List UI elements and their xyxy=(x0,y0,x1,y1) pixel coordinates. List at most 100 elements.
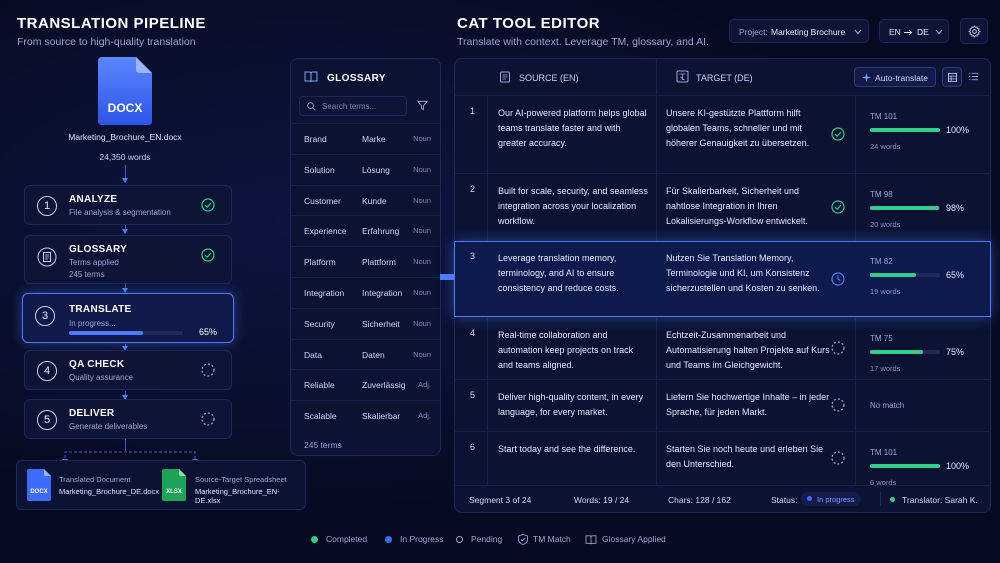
lang-tgt: DE xyxy=(917,27,929,37)
check-circle-icon xyxy=(201,198,215,212)
grid-view-button[interactable] xyxy=(942,67,962,87)
language-pair-select[interactable]: EN DE xyxy=(879,19,949,43)
legend-label: TM Match xyxy=(533,534,571,544)
segment-target-text[interactable]: Liefern Sie hochwertige Inhalte – in jed… xyxy=(666,390,831,420)
pending-circle-icon xyxy=(201,412,215,426)
glossary-term-count: 245 terms xyxy=(304,440,342,450)
glossary-term-row[interactable]: Data Daten Noun xyxy=(291,338,441,370)
docx-file-icon[interactable]: DOCX xyxy=(98,57,152,125)
book-icon xyxy=(585,535,597,544)
term-part-of-speech: Noun xyxy=(413,318,431,328)
term-part-of-speech: Noun xyxy=(413,164,431,174)
editor-status-bar: Segment 3 of 24 Words: 19 / 24 Chars: 12… xyxy=(455,485,990,512)
term-source: Brand xyxy=(304,134,327,144)
term-source: Reliable xyxy=(304,380,335,391)
output-file[interactable]: Marketing_Brochure_EN-DE.xlsx xyxy=(195,487,305,505)
term-source: Integration xyxy=(304,288,345,298)
pending-circle-icon xyxy=(831,341,845,355)
filter-icon xyxy=(417,100,428,111)
term-target: Integration xyxy=(362,288,403,298)
segment-row[interactable]: 4 Real-time collaboration and automation … xyxy=(455,317,990,379)
legend-glossary-applied: Glossary Applied xyxy=(585,534,666,545)
segment-row[interactable]: 3 Leverage translation memory, terminolog… xyxy=(454,241,991,317)
segment-target-text[interactable]: Starten Sie noch heute und erleben Sie d… xyxy=(666,442,831,472)
stage-description: Generate deliverables xyxy=(69,422,148,431)
term-source: Platform xyxy=(304,257,336,268)
source-doc-icon xyxy=(500,71,510,83)
glossary-term-row[interactable]: Experience Erfahrung Noun xyxy=(291,215,441,246)
output-file[interactable]: Marketing_Brochure_DE.docx xyxy=(59,487,159,496)
stage-description: Quality assurance xyxy=(69,373,134,382)
document-list-icon xyxy=(37,247,57,267)
docx-output-icon[interactable]: DOCX xyxy=(27,469,51,501)
stage-term-count: 245 terms xyxy=(69,270,105,279)
glossary-term-row[interactable]: Security Sicherheit Noun xyxy=(291,307,441,339)
term-source: Scalable xyxy=(304,411,337,422)
tm-match-bar xyxy=(870,128,940,132)
source-word-count: 24,350 words xyxy=(99,152,151,162)
segment-word-count: 24 words xyxy=(870,142,901,151)
source-file-name: Marketing_Brochure_EN.docx xyxy=(68,132,182,142)
legend-ring xyxy=(456,536,463,544)
term-source: Data xyxy=(304,349,322,360)
project-select[interactable]: Project: Marketing Brochure xyxy=(729,19,869,43)
filter-button[interactable] xyxy=(412,96,434,116)
tm-match-bar xyxy=(870,350,940,354)
stage-qa-check[interactable]: 4 QA CHECK Quality assurance xyxy=(24,350,232,390)
tm-match-bar xyxy=(870,464,940,468)
segment-target-text[interactable]: Für Skalierbarkeit, Sicherheit und nahtl… xyxy=(666,184,831,229)
stage-name: DELIVER xyxy=(69,408,115,419)
stage-deliver[interactable]: 5 DELIVER Generate deliverables xyxy=(24,399,232,439)
segment-target-text[interactable]: Unsere KI-gestützte Plattform hilft glob… xyxy=(666,106,831,151)
term-part-of-speech: Noun xyxy=(413,288,431,297)
list-view-button[interactable] xyxy=(964,67,984,87)
segment-row[interactable]: 1 Our AI-powered platform helps global te… xyxy=(455,95,990,173)
auto-translate-label: Auto-translate xyxy=(875,73,928,83)
glossary-term-row[interactable]: Scalable Skalierbar Adj. xyxy=(291,400,441,431)
legend-dot xyxy=(311,536,318,544)
term-part-of-speech: Adj. xyxy=(418,411,431,421)
segment-row[interactable]: 6 Start today and see the difference. Star… xyxy=(455,431,990,487)
legend-pending: Pending xyxy=(456,534,502,544)
segment-counter: Segment 3 of 24 xyxy=(469,495,532,505)
segment-target-text[interactable]: Echtzeit-Zusammenarbeit und Automatisier… xyxy=(666,328,831,373)
stage-analyze[interactable]: 1 ANALYZE File analysis & segmentation xyxy=(24,185,232,225)
xlsx-output-icon[interactable]: XLSX xyxy=(162,469,186,501)
connector-arrow xyxy=(122,178,128,183)
stage-name: TRANSLATE xyxy=(69,304,132,315)
segment-number: 5 xyxy=(470,390,476,400)
segment-target-text[interactable]: Nutzen Sie Translation Memory, Terminolo… xyxy=(666,251,831,296)
tm-match-percent: 100% xyxy=(946,125,970,135)
status-label: Status: xyxy=(771,495,798,505)
legend-label: In Progress xyxy=(400,534,444,544)
glossary-term-row[interactable]: Brand Marke Noun xyxy=(291,123,441,154)
legend-tm-match: TM Match xyxy=(518,534,571,546)
divider xyxy=(880,492,881,506)
segment-number: 2 xyxy=(470,184,476,194)
arrow-right-small-icon xyxy=(904,29,913,36)
segment-word-count: 19 words xyxy=(870,287,901,296)
glossary-term-row[interactable]: Solution Lösung Noun xyxy=(291,153,441,185)
tm-match-fill xyxy=(870,273,916,277)
glossary-search-input[interactable]: Search terms... xyxy=(299,96,407,116)
glossary-term-row[interactable]: Platform Plattform Noun xyxy=(291,246,441,277)
search-placeholder: Search terms... xyxy=(322,102,377,111)
glossary-term-row[interactable]: Reliable Zuverlässig Adj. xyxy=(291,369,441,400)
segment-row[interactable]: 5 Deliver high-quality content, in every … xyxy=(455,379,990,431)
segment-row[interactable]: 2 Built for scale, security, and seamless… xyxy=(455,173,990,241)
in-progress-icon xyxy=(831,272,845,286)
tm-match-bar xyxy=(870,273,940,277)
legend-completed: Completed xyxy=(311,534,367,544)
stage-translate[interactable]: 3 TRANSLATE In progress... 65% xyxy=(22,293,234,343)
status-badge: In progress xyxy=(801,492,861,506)
glossary-term-row[interactable]: Customer Kunde Noun xyxy=(291,184,441,216)
settings-button[interactable] xyxy=(960,18,988,44)
term-part-of-speech: Adj. xyxy=(418,380,431,390)
glossary-term-row[interactable]: Integration Integration Noun xyxy=(291,277,441,308)
stage-glossary[interactable]: GLOSSARY Terms applied 245 terms xyxy=(24,235,232,284)
auto-translate-button[interactable]: Auto-translate xyxy=(854,67,936,87)
segment-number: 1 xyxy=(470,106,476,116)
docx-badge: DOCX xyxy=(107,101,143,115)
source-column-header: SOURCE (EN) xyxy=(519,73,579,83)
pending-circle-icon xyxy=(831,451,845,465)
